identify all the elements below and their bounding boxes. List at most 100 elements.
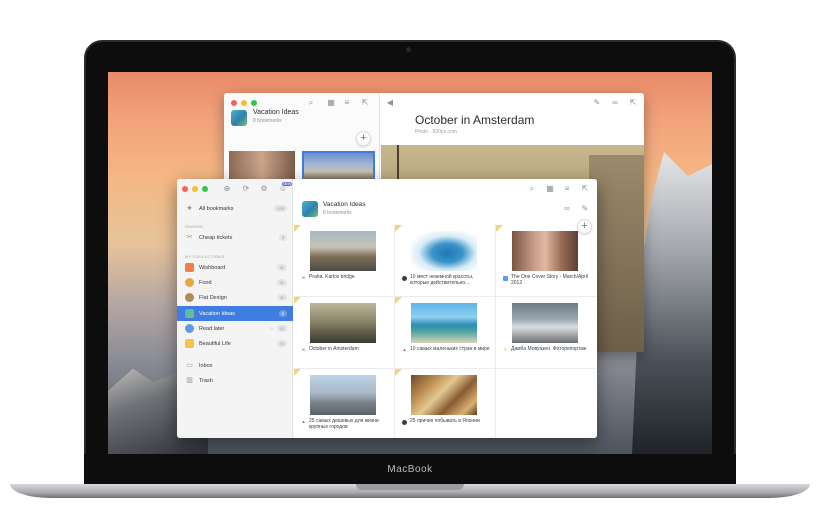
card-caption: 25 самых дешевых для жизни крупных город… bbox=[309, 418, 379, 430]
close-icon[interactable] bbox=[231, 100, 237, 106]
collection-title: Vacation Ideas bbox=[253, 109, 299, 116]
sidebar-item-label: Vacation Ideas bbox=[199, 310, 235, 317]
lightning-icon: ϟ bbox=[504, 347, 507, 353]
list-view-icon[interactable]: ≡ bbox=[562, 184, 572, 194]
grid-view-icon[interactable]: ▦ bbox=[326, 98, 336, 108]
article-icon bbox=[402, 276, 407, 281]
bookmark-corner bbox=[294, 369, 301, 376]
article-meta: Photo · 500px.com bbox=[415, 129, 457, 135]
edit-icon[interactable]: ✎ bbox=[592, 98, 602, 108]
star-icon: ★ bbox=[186, 205, 193, 212]
minimize-icon[interactable] bbox=[192, 186, 198, 192]
article-icon: ▴ bbox=[403, 347, 406, 353]
back-icon[interactable]: ◀ bbox=[385, 98, 395, 108]
count-badge: 8 bbox=[278, 310, 287, 317]
count-badge: 129 bbox=[274, 205, 287, 212]
link-icon: ∞ bbox=[301, 347, 306, 353]
search-icon[interactable]: ⌕ bbox=[306, 98, 316, 108]
map-icon bbox=[185, 309, 194, 318]
bookmark-corner bbox=[496, 225, 503, 232]
close-icon[interactable] bbox=[182, 186, 188, 192]
edit-icon[interactable]: ✎ bbox=[580, 204, 590, 214]
sidebar-item-beautiful-life[interactable]: Beautiful Life 74 bbox=[177, 336, 293, 351]
add-icon[interactable]: ⊕ bbox=[222, 184, 232, 194]
bookmark-card[interactable]: ▴ 10 самых маленьких стран в мире bbox=[395, 297, 496, 369]
link-icon[interactable]: ∞ bbox=[610, 98, 620, 108]
settings-icon[interactable]: ⚙ bbox=[259, 184, 269, 194]
bookmark-corner bbox=[395, 225, 402, 232]
image-icon bbox=[503, 276, 508, 281]
sidebar-item-wishboard[interactable]: Wishboard 11 bbox=[177, 260, 293, 275]
card-caption: October in Amsterdam bbox=[309, 346, 359, 352]
sidebar-item-read-later[interactable]: Read later ⌂ 12 bbox=[177, 321, 293, 336]
bookmark-thumbnail-selected[interactable] bbox=[302, 151, 375, 181]
zoom-icon[interactable] bbox=[251, 100, 257, 106]
bookmark-corner bbox=[395, 297, 402, 304]
count-badge: 3 bbox=[278, 234, 287, 241]
article-title: October in Amsterdam bbox=[415, 113, 535, 127]
laptop-notch bbox=[356, 484, 464, 490]
sidebar-item-label: Read later bbox=[199, 325, 225, 332]
bookmark-corner bbox=[294, 297, 301, 304]
card-caption: Дамба Мовуазен. Фоторепортаж bbox=[511, 346, 587, 352]
add-bookmark-button[interactable]: + bbox=[356, 131, 371, 146]
planet-icon bbox=[185, 293, 194, 302]
clock-icon bbox=[185, 324, 194, 333]
share-icon[interactable]: ⇱ bbox=[580, 184, 590, 194]
new-badge: NEW bbox=[282, 182, 293, 186]
sidebar-item-cheap-tickets[interactable]: ✂ Cheap tickets 3 bbox=[177, 230, 293, 245]
sidebar-item-vacation-ideas[interactable]: Vacation Ideas 8 bbox=[177, 306, 293, 321]
sidebar-item-label: Wishboard bbox=[199, 264, 226, 271]
zoom-icon[interactable] bbox=[202, 186, 208, 192]
lock-icon: ⌂ bbox=[269, 325, 273, 332]
grid-view-icon[interactable]: ▦ bbox=[545, 184, 555, 194]
sidebar-item-trash[interactable]: ▥ Trash bbox=[177, 373, 293, 388]
minimize-icon[interactable] bbox=[241, 100, 247, 106]
sidebar-item-flat-design[interactable]: Flat Design 11 bbox=[177, 290, 293, 305]
building bbox=[589, 155, 644, 352]
bookmark-corner bbox=[294, 225, 301, 232]
article-icon: ▴ bbox=[302, 419, 305, 425]
sidebar-item-all-bookmarks[interactable]: ★ All bookmarks 129 bbox=[177, 201, 293, 216]
link-icon[interactable]: ∞ bbox=[562, 204, 572, 214]
sidebar-item-label: All bookmarks bbox=[199, 205, 234, 212]
sync-icon[interactable]: ⟳ bbox=[241, 184, 251, 194]
open-external-icon[interactable]: ⇱ bbox=[628, 98, 638, 108]
bookmark-card[interactable]: ϟ Дамба Мовуазен. Фоторепортаж bbox=[496, 297, 597, 369]
sidebar-item-label: Inbox bbox=[199, 362, 213, 369]
window-controls bbox=[231, 100, 257, 106]
bookmark-card[interactable]: The One Cover Story - March/April 2012 bbox=[496, 225, 597, 297]
count-badge: 11 bbox=[276, 279, 287, 286]
bookmark-card[interactable]: 25 причин побывать в Японии bbox=[395, 369, 496, 438]
bookmark-card[interactable]: ∞ October in Amsterdam bbox=[294, 297, 395, 369]
bookmark-card[interactable]: 10 мест неземной красоты, которые действ… bbox=[395, 225, 496, 297]
search-icon[interactable]: ⌕ bbox=[527, 184, 537, 194]
card-caption: The One Cover Story - March/April 2012 bbox=[511, 274, 588, 286]
front-window[interactable]: ⊕ ⟳ ⚙ ☺ NEW ★ All bookmarks 129 SHARED ✂… bbox=[177, 179, 597, 438]
list-view-icon[interactable]: ≡ bbox=[342, 98, 352, 108]
sidebar-item-food[interactable]: Food 11 bbox=[177, 275, 293, 290]
sidebar-item-label: Cheap tickets bbox=[199, 234, 233, 241]
bookmark-card[interactable]: ▴ 25 самых дешевых для жизни крупных гор… bbox=[294, 369, 395, 438]
card-thumbnail bbox=[310, 375, 376, 415]
bookmark-card[interactable]: ∞ Praha. Karlov bridge. bbox=[294, 225, 395, 297]
sidebar-item-label: Food bbox=[199, 279, 212, 286]
bookmark-grid-pane: ⌕ ▦ ≡ ⇱ Vacation Ideas 8 bookmarks ∞ ✎ +… bbox=[294, 179, 597, 438]
card-thumbnail bbox=[310, 303, 376, 343]
card-caption: 10 самых маленьких стран в мире bbox=[410, 346, 490, 352]
mountain-right bbox=[632, 152, 712, 454]
sidebar-item-inbox[interactable]: ▭ Inbox bbox=[177, 358, 293, 373]
camera bbox=[406, 47, 411, 52]
share-icon[interactable]: ⇱ bbox=[360, 98, 370, 108]
sidebar-item-label: Beautiful Life bbox=[199, 340, 231, 347]
card-caption: 25 причин побывать в Японии bbox=[410, 418, 480, 424]
count-badge: 74 bbox=[276, 340, 287, 347]
scissors-icon: ✂ bbox=[186, 234, 193, 241]
link-icon: ∞ bbox=[301, 275, 306, 281]
stage: MacBook ⌕ ▦ ≡ ⇱ Vacation Ideas 8 bookmar… bbox=[0, 0, 820, 512]
window-controls bbox=[182, 186, 208, 192]
inbox-icon: ▭ bbox=[186, 362, 193, 369]
bookmark-thumbnail[interactable] bbox=[229, 151, 295, 181]
card-thumbnail bbox=[411, 303, 477, 343]
collections-header: MY COLLECTIONS bbox=[185, 254, 225, 259]
